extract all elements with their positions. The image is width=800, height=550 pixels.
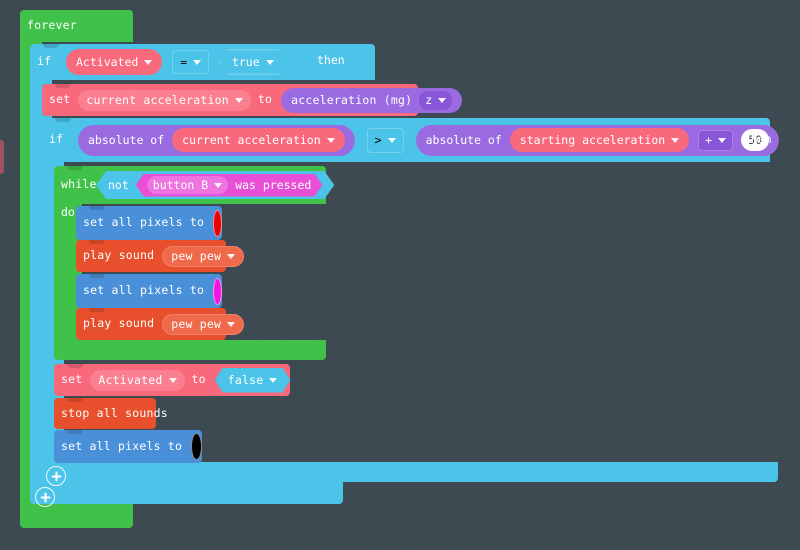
absolute-of-reporter-right[interactable]: absolute of starting acceleration + 50 <box>415 124 780 156</box>
chevron-down-icon[interactable] <box>227 321 236 327</box>
chevron-down-icon[interactable] <box>718 137 727 143</box>
add-else-outer-button[interactable] <box>35 487 55 507</box>
button-dropdown[interactable]: button B <box>147 176 228 194</box>
variable-dropdown-current-acceleration[interactable]: current acceleration <box>78 89 251 111</box>
absolute-of-reporter-left[interactable]: absolute of current acceleration <box>78 124 355 156</box>
forever-label: forever <box>27 18 77 33</box>
play-sound-label-2: play sound <box>83 316 155 331</box>
if-inner-then-label: then <box>744 132 772 146</box>
chevron-down-icon[interactable] <box>266 60 274 65</box>
sound-dropdown-1[interactable]: pew pew <box>162 245 245 267</box>
not-label: not <box>108 178 129 192</box>
add-else-inner-button[interactable] <box>46 466 66 486</box>
comparison-operator-label: = <box>180 55 187 69</box>
color-swatch-red[interactable] <box>213 209 222 237</box>
absolute-of-label-left: absolute of <box>88 133 165 147</box>
if-inner-condition-slot[interactable]: absolute of current acceleration > absol… <box>78 124 780 156</box>
was-pressed-label: was pressed <box>235 178 312 192</box>
math-operator-label: + <box>705 133 713 147</box>
set-current-acceleration-block[interactable]: set current acceleration to acceleration… <box>42 84 463 116</box>
set-all-pixels-magenta-block[interactable]: set all pixels to <box>76 274 222 308</box>
variable-activated-reporter[interactable]: Activated <box>66 49 163 75</box>
variable-activated-label: Activated <box>76 55 139 69</box>
sound-name-1: pew pew <box>171 249 222 263</box>
set-all-pixels-label-2: set all pixels to <box>83 283 205 298</box>
chevron-down-icon[interactable] <box>326 137 335 143</box>
chevron-down-icon[interactable] <box>671 137 680 143</box>
stop-all-sounds-block[interactable]: stop all sounds <box>54 398 168 429</box>
absolute-of-label-right: absolute of <box>425 133 502 147</box>
color-swatch-black[interactable] <box>191 433 202 460</box>
stop-all-sounds-label: stop all sounds <box>61 405 168 420</box>
while-condition-slot[interactable]: not button B was pressed <box>96 171 334 199</box>
chevron-down-icon[interactable] <box>438 97 447 103</box>
play-sound-pew-pew-block-2[interactable]: play sound pew pew <box>76 308 245 340</box>
set-all-pixels-red-block[interactable]: set all pixels to <box>76 206 222 240</box>
plus-circle-icon <box>40 492 50 502</box>
variable-current-acceleration-label: current acceleration <box>86 93 229 107</box>
set-label: set <box>49 92 71 107</box>
if-outer-then-label: then <box>317 53 345 67</box>
acceleration-axis-dropdown[interactable]: z <box>419 90 453 110</box>
chevron-down-icon[interactable] <box>387 137 396 143</box>
if-outer-if-label: if <box>37 54 52 69</box>
chevron-down-icon[interactable] <box>234 97 243 103</box>
chevron-down-icon[interactable] <box>144 59 153 65</box>
if-inner-bottom-bar <box>42 462 778 482</box>
variable-starting-acceleration-reporter[interactable]: starting acceleration <box>509 128 690 152</box>
acceleration-axis-label: z <box>425 93 433 107</box>
set-all-pixels-black-label: set all pixels to <box>61 438 183 453</box>
not-operator-block[interactable]: not button B was pressed <box>96 171 334 199</box>
set-all-pixels-label: set all pixels to <box>83 215 205 230</box>
blocks-workspace[interactable]: forever if Activated = true then set cur… <box>0 0 800 550</box>
variable-activated-name: Activated <box>98 373 163 387</box>
math-operator-dropdown[interactable]: + <box>698 129 734 151</box>
plus-circle-icon <box>51 471 61 481</box>
offscreen-block-fragment <box>0 140 4 174</box>
set-all-pixels-black-block[interactable]: set all pixels to <box>54 430 202 463</box>
greater-than-operator-dropdown[interactable]: > <box>366 127 404 153</box>
if-outer-bottom-bar <box>30 482 343 504</box>
acceleration-reporter[interactable]: acceleration (mg) z <box>281 87 463 113</box>
chevron-down-icon[interactable] <box>269 378 277 383</box>
variable-current-acceleration-reporter[interactable]: current acceleration <box>172 128 345 152</box>
play-sound-pew-pew-block-1[interactable]: play sound pew pew <box>76 240 245 272</box>
boolean-true-label: true <box>231 55 260 69</box>
set-activated-to-label: to <box>191 372 206 387</box>
while-bottom-bar <box>54 340 326 360</box>
starting-acceleration-arg-label: starting acceleration <box>519 133 666 147</box>
variable-dropdown-activated[interactable]: Activated <box>90 369 185 391</box>
forever-block-header[interactable]: forever <box>20 10 133 42</box>
sound-name-2: pew pew <box>171 317 222 331</box>
set-activated-set-label: set <box>61 372 83 387</box>
button-was-pressed-reporter[interactable]: button B was pressed <box>136 174 323 197</box>
chevron-down-icon[interactable] <box>168 377 177 383</box>
if-outer-condition-slot[interactable]: Activated = true <box>66 48 287 76</box>
chevron-down-icon[interactable] <box>227 253 236 259</box>
color-swatch-magenta[interactable] <box>213 277 222 305</box>
boolean-false-label: false <box>227 373 264 387</box>
boolean-false-reporter[interactable]: false <box>215 368 291 393</box>
greater-than-label: > <box>374 133 382 147</box>
sound-dropdown-2[interactable]: pew pew <box>162 313 245 335</box>
button-label: button B <box>152 178 209 192</box>
chevron-down-icon[interactable] <box>214 183 222 188</box>
current-acceleration-arg-label: current acceleration <box>182 133 321 147</box>
to-label: to <box>257 92 273 107</box>
acceleration-label: acceleration (mg) <box>291 93 413 107</box>
boolean-true-reporter[interactable]: true <box>219 49 287 75</box>
set-activated-false-block[interactable]: set Activated to false <box>54 364 290 396</box>
if-inner-if-label: if <box>49 132 64 147</box>
comparison-operator-dropdown[interactable]: = <box>172 50 209 74</box>
play-sound-label-1: play sound <box>83 248 155 263</box>
chevron-down-icon[interactable] <box>192 59 201 65</box>
